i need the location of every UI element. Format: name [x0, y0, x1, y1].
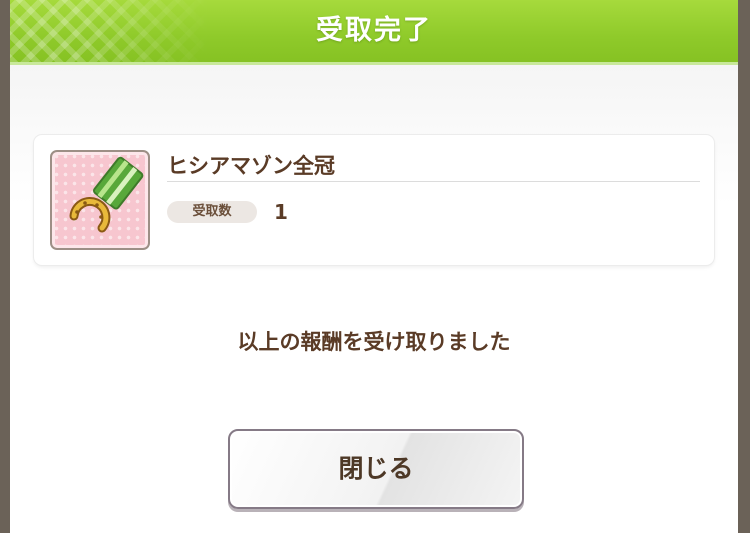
dialog-title: 受取完了 [316, 15, 432, 46]
item-name: ヒシアマゾン全冠 [167, 154, 335, 178]
item-divider [167, 181, 700, 182]
backdrop-right [738, 0, 750, 533]
close-button-label: 閉じる [338, 454, 414, 483]
reward-dialog: 受取完了 ヒシアマゾン全冠 受取数 1 以上の報酬を受け取りました 閉じる [10, 0, 738, 533]
backdrop-left [0, 0, 10, 533]
received-message: 以上の報酬を受け取りました [237, 330, 511, 354]
dialog-header: 受取完了 [10, 0, 738, 65]
reward-card: ヒシアマゾン全冠 受取数 1 [34, 135, 714, 265]
item-icon-frame [50, 150, 150, 250]
quantity-value: 1 [274, 200, 288, 224]
close-button[interactable]: 閉じる [228, 429, 524, 509]
medal-icon [69, 156, 144, 233]
quantity-label: 受取数 [167, 201, 257, 223]
